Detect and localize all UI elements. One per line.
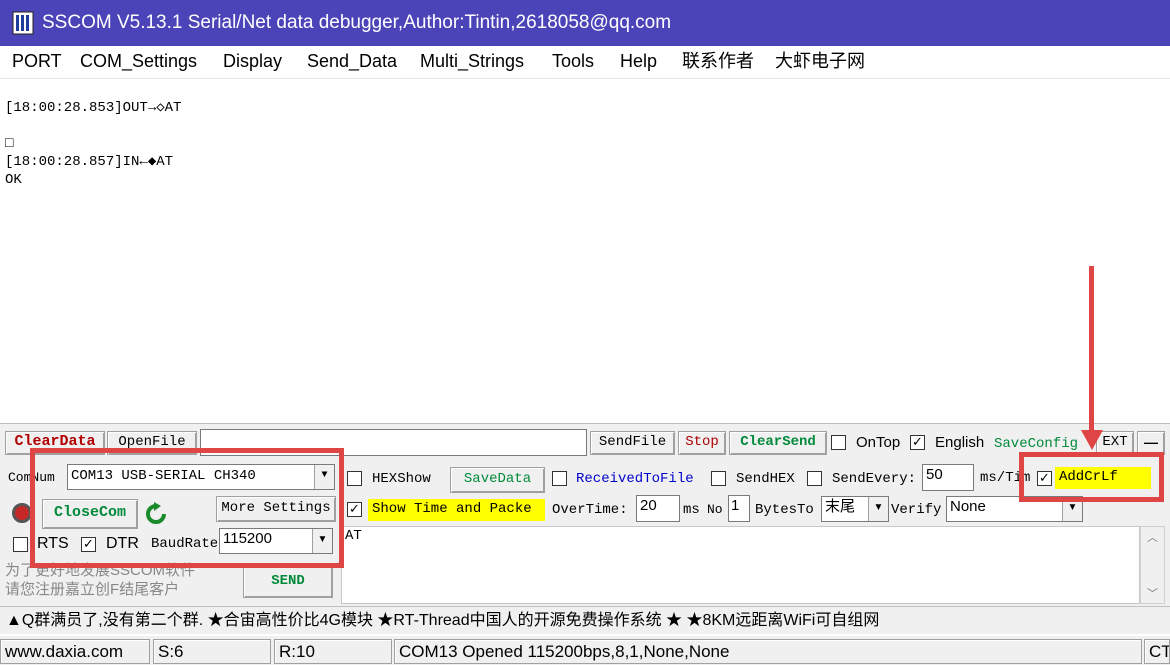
bytes-to-label: BytesTo [755, 502, 814, 518]
menu-contact-author[interactable]: 联系作者 [682, 50, 754, 72]
chevron-down-icon: ▼ [868, 497, 888, 521]
output-line: □ [5, 136, 14, 152]
output-line: OK [5, 172, 22, 188]
port-status-indicator-icon [12, 503, 32, 523]
english-label: English [935, 434, 985, 451]
bytes-to-select[interactable]: 末尾 ▼ [821, 496, 889, 522]
english-checkbox[interactable]: ✓ [910, 435, 925, 450]
send-text-input[interactable]: AT [341, 526, 1140, 604]
annotation-port-settings-box [30, 448, 344, 568]
rts-checkbox[interactable] [13, 537, 28, 552]
hex-show-label: HEXShow [372, 471, 431, 487]
output-line: [18:00:28.857]IN←◆AT [5, 154, 174, 170]
send-file-button[interactable]: SendFile [590, 431, 675, 455]
receive-output[interactable]: [18:00:28.853]OUT→◇AT □ [18:00:28.857]IN… [0, 78, 1170, 422]
promo-line-2[interactable]: 请您注册嘉立创F结尾客户 [5, 581, 179, 599]
clear-send-button[interactable]: ClearSend [729, 431, 827, 455]
news-ticker[interactable]: ▲Q群满员了,没有第二个群. ★合宙高性价比4G模块 ★RT-Thread中国人… [0, 606, 1170, 634]
scroll-up-icon[interactable]: ︿ [1147, 529, 1158, 545]
status-sent-count: S:6 [153, 639, 271, 664]
menu-tools[interactable]: Tools [552, 50, 594, 72]
show-time-label: Show Time and Packe [368, 499, 545, 521]
stop-button[interactable]: Stop [678, 431, 726, 455]
send-every-label: SendEvery: [832, 471, 917, 487]
save-config-button[interactable]: SaveConfig [994, 434, 1094, 454]
received-to-file-label: ReceivedToFile [576, 471, 694, 487]
send-scrollbar[interactable]: ︿ ﹀ [1140, 526, 1165, 604]
hex-show-checkbox[interactable] [347, 471, 362, 486]
menu-port[interactable]: PORT [12, 50, 62, 72]
no-input[interactable]: 1 [728, 495, 750, 522]
status-bar: www.daxia.com S:6 R:10 COM13 Opened 1152… [0, 636, 1170, 665]
send-hex-label: SendHEX [736, 471, 795, 487]
received-to-file-checkbox[interactable] [552, 471, 567, 486]
annotation-arrow-icon [1081, 430, 1103, 450]
window-title: SSCOM V5.13.1 Serial/Net data debugger,A… [42, 12, 672, 33]
verify-value: None [950, 498, 986, 515]
scroll-down-icon[interactable]: ﹀ [1147, 585, 1158, 601]
status-port-state: COM13 Opened 115200bps,8,1,None,None [394, 639, 1142, 664]
annotation-addcrlf-box [1019, 452, 1164, 502]
annotation-arrow-shaft [1089, 266, 1094, 436]
send-hex-checkbox[interactable] [711, 471, 726, 486]
menu-multi-strings[interactable]: Multi_Strings [420, 50, 524, 72]
no-label: No [707, 502, 723, 517]
menu-help[interactable]: Help [620, 50, 657, 72]
ms-label: ms [683, 502, 700, 518]
menu-display[interactable]: Display [223, 50, 282, 72]
verify-label: Verify [891, 502, 942, 518]
status-cts: CT [1144, 639, 1170, 664]
app-icon [12, 11, 34, 35]
bytes-to-value: 末尾 [825, 498, 856, 515]
menu-com-settings[interactable]: COM_Settings [80, 50, 197, 72]
menu-bar: PORT COM_Settings Display Send_Data Mult… [0, 46, 1170, 76]
menu-send-data[interactable]: Send_Data [307, 50, 397, 72]
output-line: [18:00:28.853]OUT→◇AT [5, 100, 182, 116]
overtime-input[interactable]: 20 [636, 495, 680, 522]
title-bar: SSCOM V5.13.1 Serial/Net data debugger,A… [0, 0, 1170, 46]
save-data-button[interactable]: SaveData [450, 467, 545, 493]
ontop-checkbox[interactable] [831, 435, 846, 450]
show-time-checkbox[interactable]: ✓ [347, 502, 362, 517]
send-button[interactable]: SEND [243, 566, 333, 598]
send-every-checkbox[interactable] [807, 471, 822, 486]
ontop-label: OnTop [856, 434, 901, 451]
status-website[interactable]: www.daxia.com [0, 639, 150, 664]
overtime-label: OverTime: [552, 502, 628, 518]
status-received-count: R:10 [274, 639, 392, 664]
menu-daxia-site[interactable]: 大虾电子网 [775, 50, 865, 72]
send-every-input[interactable]: 50 [922, 464, 974, 491]
